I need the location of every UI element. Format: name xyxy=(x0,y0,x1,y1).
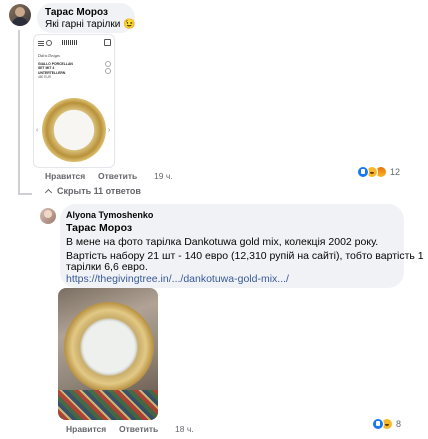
attached-photo[interactable] xyxy=(58,288,158,420)
search-icon xyxy=(46,40,52,46)
prev-arrow-icon[interactable]: ‹ xyxy=(36,127,38,134)
reaction-count: 12 xyxy=(390,167,401,177)
comment-author[interactable]: Тарас Мороз xyxy=(45,7,108,18)
hide-replies-button[interactable]: Скрыть 11 ответов xyxy=(44,186,141,196)
avatar[interactable] xyxy=(40,208,56,224)
store-logo xyxy=(62,40,78,45)
product-price: 480 EUR xyxy=(38,75,51,79)
reactions-summary[interactable]: 8 xyxy=(372,417,401,431)
reply-link[interactable]: Ответить xyxy=(98,171,137,181)
reply-link[interactable]: Ответить xyxy=(119,424,158,434)
product-brand: Dulcis Designs xyxy=(38,54,60,58)
plate-image xyxy=(64,302,154,392)
attached-screenshot[interactable]: Dulcis Designs GIALLO PORCELLAN SET MIT … xyxy=(33,34,115,168)
avatar[interactable] xyxy=(9,4,31,26)
reactions-summary[interactable]: 12 xyxy=(357,165,400,179)
reply-author[interactable]: Alyona Tymoshenko xyxy=(66,210,153,220)
thread-line-curve xyxy=(18,193,32,195)
reaction-count: 8 xyxy=(396,419,402,429)
hide-replies-label: Скрыть 11 ответов xyxy=(57,186,141,196)
option-checkbox[interactable] xyxy=(105,68,111,74)
plate-image xyxy=(42,98,106,162)
reply-link-url[interactable]: https://thegivingtree.in/.../dankotuwa-g… xyxy=(66,273,289,285)
comment-actions: Нравится Ответить 19 ч. xyxy=(45,171,173,181)
comment-text: Які гарні тарілки 😉 xyxy=(45,19,136,30)
like-link[interactable]: Нравится xyxy=(66,424,106,434)
chevron-up-icon xyxy=(44,188,53,196)
like-reaction-icon xyxy=(372,418,384,430)
like-link[interactable]: Нравится xyxy=(45,171,85,181)
reply-text-line: тарілки 6,6 евро. xyxy=(66,261,148,273)
cart-icon xyxy=(104,39,111,46)
next-arrow-icon[interactable]: › xyxy=(108,127,110,134)
reply-mention[interactable]: Тарас Мороз xyxy=(66,221,132,235)
thread-line xyxy=(18,30,20,195)
option-checkbox[interactable] xyxy=(105,61,111,67)
menu-icon xyxy=(38,41,44,42)
product-title: GIALLO PORCELLAN SET MIT 4 UNTERTELLERN xyxy=(38,62,73,75)
tablecloth xyxy=(58,390,158,420)
timestamp[interactable]: 18 ч. xyxy=(175,424,194,434)
like-reaction-icon xyxy=(357,166,369,178)
timestamp[interactable]: 19 ч. xyxy=(154,171,173,181)
reply-actions: Нравится Ответить 18 ч. xyxy=(66,424,194,434)
reply-text-line: В мене на фото тарілка Dankotuwa gold mi… xyxy=(66,236,379,248)
